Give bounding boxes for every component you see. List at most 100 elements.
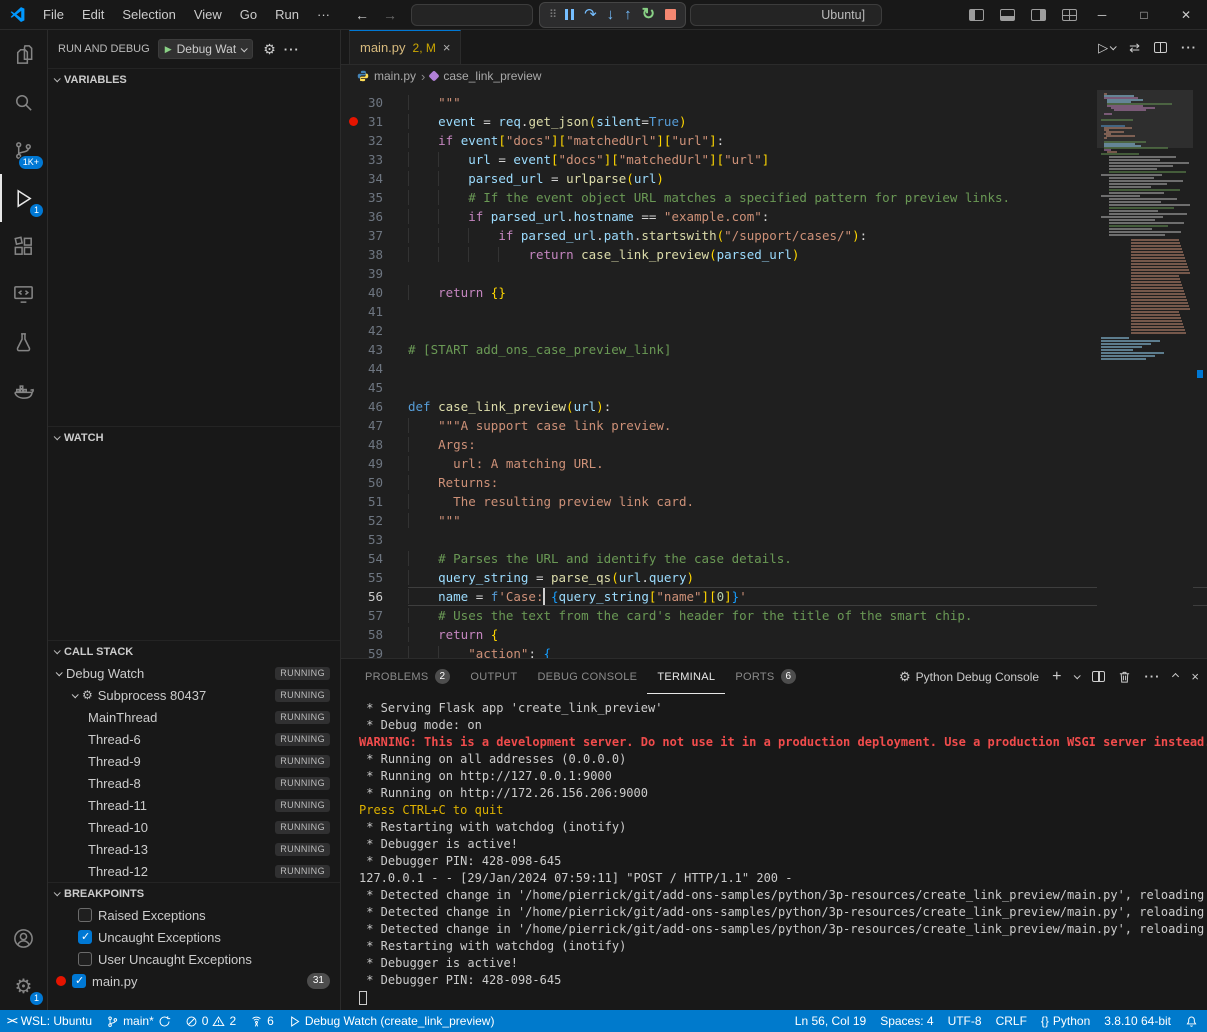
menu-go[interactable]: Go [231, 0, 266, 30]
status-indentation[interactable]: Spaces: 4 [873, 1010, 940, 1032]
code-line[interactable]: 47 """A support case link preview. [341, 416, 1207, 435]
code-line[interactable]: 39 [341, 264, 1207, 283]
kill-terminal-icon[interactable] [1118, 670, 1131, 684]
code-line[interactable]: 45 [341, 378, 1207, 397]
gutter-breakpoint[interactable] [349, 117, 358, 126]
explorer-icon[interactable] [0, 30, 47, 78]
command-center-search[interactable] [411, 4, 533, 26]
gutter-breakpoint[interactable] [349, 421, 358, 430]
close-button[interactable]: ✕ [1165, 0, 1207, 30]
window-title-box[interactable]: Ubuntu] [690, 4, 882, 26]
gutter-breakpoint[interactable] [349, 611, 358, 620]
new-terminal-icon[interactable]: + [1052, 668, 1061, 686]
code-line[interactable]: 44 [341, 359, 1207, 378]
call-stack-row[interactable]: Thread-13RUNNING [48, 838, 340, 860]
call-stack-row[interactable]: Thread-9RUNNING [48, 750, 340, 772]
run-and-debug-icon[interactable]: 1 [0, 174, 47, 222]
back-icon[interactable]: ← [355, 7, 369, 23]
notifications-bell[interactable] [1178, 1010, 1205, 1032]
status-encoding[interactable]: UTF-8 [941, 1010, 989, 1032]
gutter-breakpoint[interactable] [349, 383, 358, 392]
toggle-sidebar-icon[interactable] [969, 9, 984, 21]
run-python-file-button[interactable]: ▷ [1098, 40, 1115, 56]
gutter-breakpoint[interactable] [349, 402, 358, 411]
code-editor[interactable]: 30 """31 event = req.get_json(silent=Tru… [341, 87, 1207, 658]
terminal-dropdown-icon[interactable] [1074, 672, 1081, 679]
code-line[interactable]: 58 return { [341, 625, 1207, 644]
panel-tab-output[interactable]: OUTPUT [460, 659, 527, 694]
minimap[interactable] [1097, 87, 1193, 658]
breakpoint-row[interactable]: Raised Exceptions [48, 904, 340, 926]
breakpoint-row[interactable]: Uncaught Exceptions [48, 926, 340, 948]
restart-icon[interactable]: ↻ [642, 7, 655, 23]
pause-icon[interactable] [565, 9, 574, 20]
breakpoint-checkbox[interactable] [78, 952, 92, 966]
close-panel-icon[interactable]: × [1191, 669, 1199, 684]
stop-icon[interactable] [665, 9, 676, 20]
breadcrumb-symbol[interactable]: case_link_preview [443, 69, 541, 83]
settings-gear-icon[interactable]: ⚙ 1 [0, 962, 47, 1010]
gutter-breakpoint[interactable] [349, 478, 358, 487]
code-line[interactable]: 54 # Parses the URL and identify the cas… [341, 549, 1207, 568]
code-line[interactable]: 41 [341, 302, 1207, 321]
gutter-breakpoint[interactable] [349, 288, 358, 297]
gutter-breakpoint[interactable] [349, 193, 358, 202]
gutter-breakpoint[interactable] [349, 554, 358, 563]
call-stack-row[interactable]: MainThreadRUNNING [48, 706, 340, 728]
editor-more-icon[interactable]: ··· [1181, 40, 1197, 55]
code-line[interactable]: 55 query_string = parse_qs(url.query) [341, 568, 1207, 587]
code-line[interactable]: 36 if parsed_url.hostname == "example.co… [341, 207, 1207, 226]
status-interpreter[interactable]: 3.8.10 64-bit [1097, 1010, 1178, 1032]
remote-explorer-icon[interactable] [0, 270, 47, 318]
gutter-breakpoint[interactable] [349, 136, 358, 145]
code-line[interactable]: 46def case_link_preview(url): [341, 397, 1207, 416]
drag-grip-icon[interactable]: ⠿ [549, 8, 555, 21]
code-line[interactable]: 52 """ [341, 511, 1207, 530]
code-line[interactable]: 35 # If the event object URL matches a s… [341, 188, 1207, 207]
gutter-breakpoint[interactable] [349, 98, 358, 107]
watch-content[interactable] [48, 448, 340, 640]
menu-more[interactable]: ··· [308, 7, 339, 22]
status-eol[interactable]: CRLF [989, 1010, 1034, 1032]
status-problems[interactable]: 0 2 [178, 1010, 243, 1032]
call-stack-section-header[interactable]: CALL STACK [48, 640, 340, 662]
split-editor-icon[interactable] [1154, 42, 1167, 53]
gutter-breakpoint[interactable] [349, 212, 358, 221]
step-into-icon[interactable]: ↓ [607, 7, 615, 22]
code-line[interactable]: 48 Args: [341, 435, 1207, 454]
call-stack-row[interactable]: Thread-12RUNNING [48, 860, 340, 882]
gutter-breakpoint[interactable] [349, 516, 358, 525]
launch-config-dropdown[interactable]: ▶ Debug Wat [158, 39, 254, 59]
source-control-icon[interactable]: 1K+ [0, 126, 47, 174]
breakpoint-row[interactable]: User Uncaught Exceptions [48, 948, 340, 970]
code-line[interactable]: 49 url: A matching URL. [341, 454, 1207, 473]
tab-main-py[interactable]: main.py 2, M × [349, 30, 461, 64]
breakpoint-row[interactable]: main.py31 [48, 970, 340, 992]
step-out-icon[interactable]: ↑ [624, 7, 632, 22]
status-ports[interactable]: 6 [243, 1010, 281, 1032]
gutter-breakpoint[interactable] [349, 649, 358, 658]
customize-layout-icon[interactable] [1062, 9, 1077, 21]
panel-tab-terminal[interactable]: TERMINAL [647, 659, 725, 694]
maximize-panel-icon[interactable] [1172, 673, 1179, 680]
code-line[interactable]: 56 name = f'Case: {query_string["name"][… [341, 587, 1207, 606]
code-line[interactable]: 50 Returns: [341, 473, 1207, 492]
open-changes-icon[interactable]: ⇄ [1129, 40, 1140, 56]
code-line[interactable]: 32 if event["docs"]["matchedUrl"]["url"]… [341, 131, 1207, 150]
code-line[interactable]: 37 if parsed_url.path.startswith("/suppo… [341, 226, 1207, 245]
forward-icon[interactable]: → [383, 7, 397, 23]
code-line[interactable]: 40 return {} [341, 283, 1207, 302]
sidebar-more-icon[interactable]: ··· [284, 42, 300, 57]
code-line[interactable]: 38 return case_link_preview(parsed_url) [341, 245, 1207, 264]
call-stack-row[interactable]: Debug WatchRUNNING [48, 662, 340, 684]
menu-selection[interactable]: Selection [113, 0, 184, 30]
status-remote[interactable]: >< WSL: Ubuntu [0, 1010, 99, 1032]
gutter-breakpoint[interactable] [349, 155, 358, 164]
menu-run[interactable]: Run [266, 0, 308, 30]
breakpoint-checkbox[interactable] [78, 908, 92, 922]
testing-beaker-icon[interactable] [0, 318, 47, 366]
variables-section-header[interactable]: VARIABLES [48, 68, 340, 90]
code-line[interactable]: 31 event = req.get_json(silent=True) [341, 112, 1207, 131]
watch-section-header[interactable]: WATCH [48, 426, 340, 448]
status-debug-session[interactable]: Debug Watch (create_link_preview) [281, 1010, 502, 1032]
